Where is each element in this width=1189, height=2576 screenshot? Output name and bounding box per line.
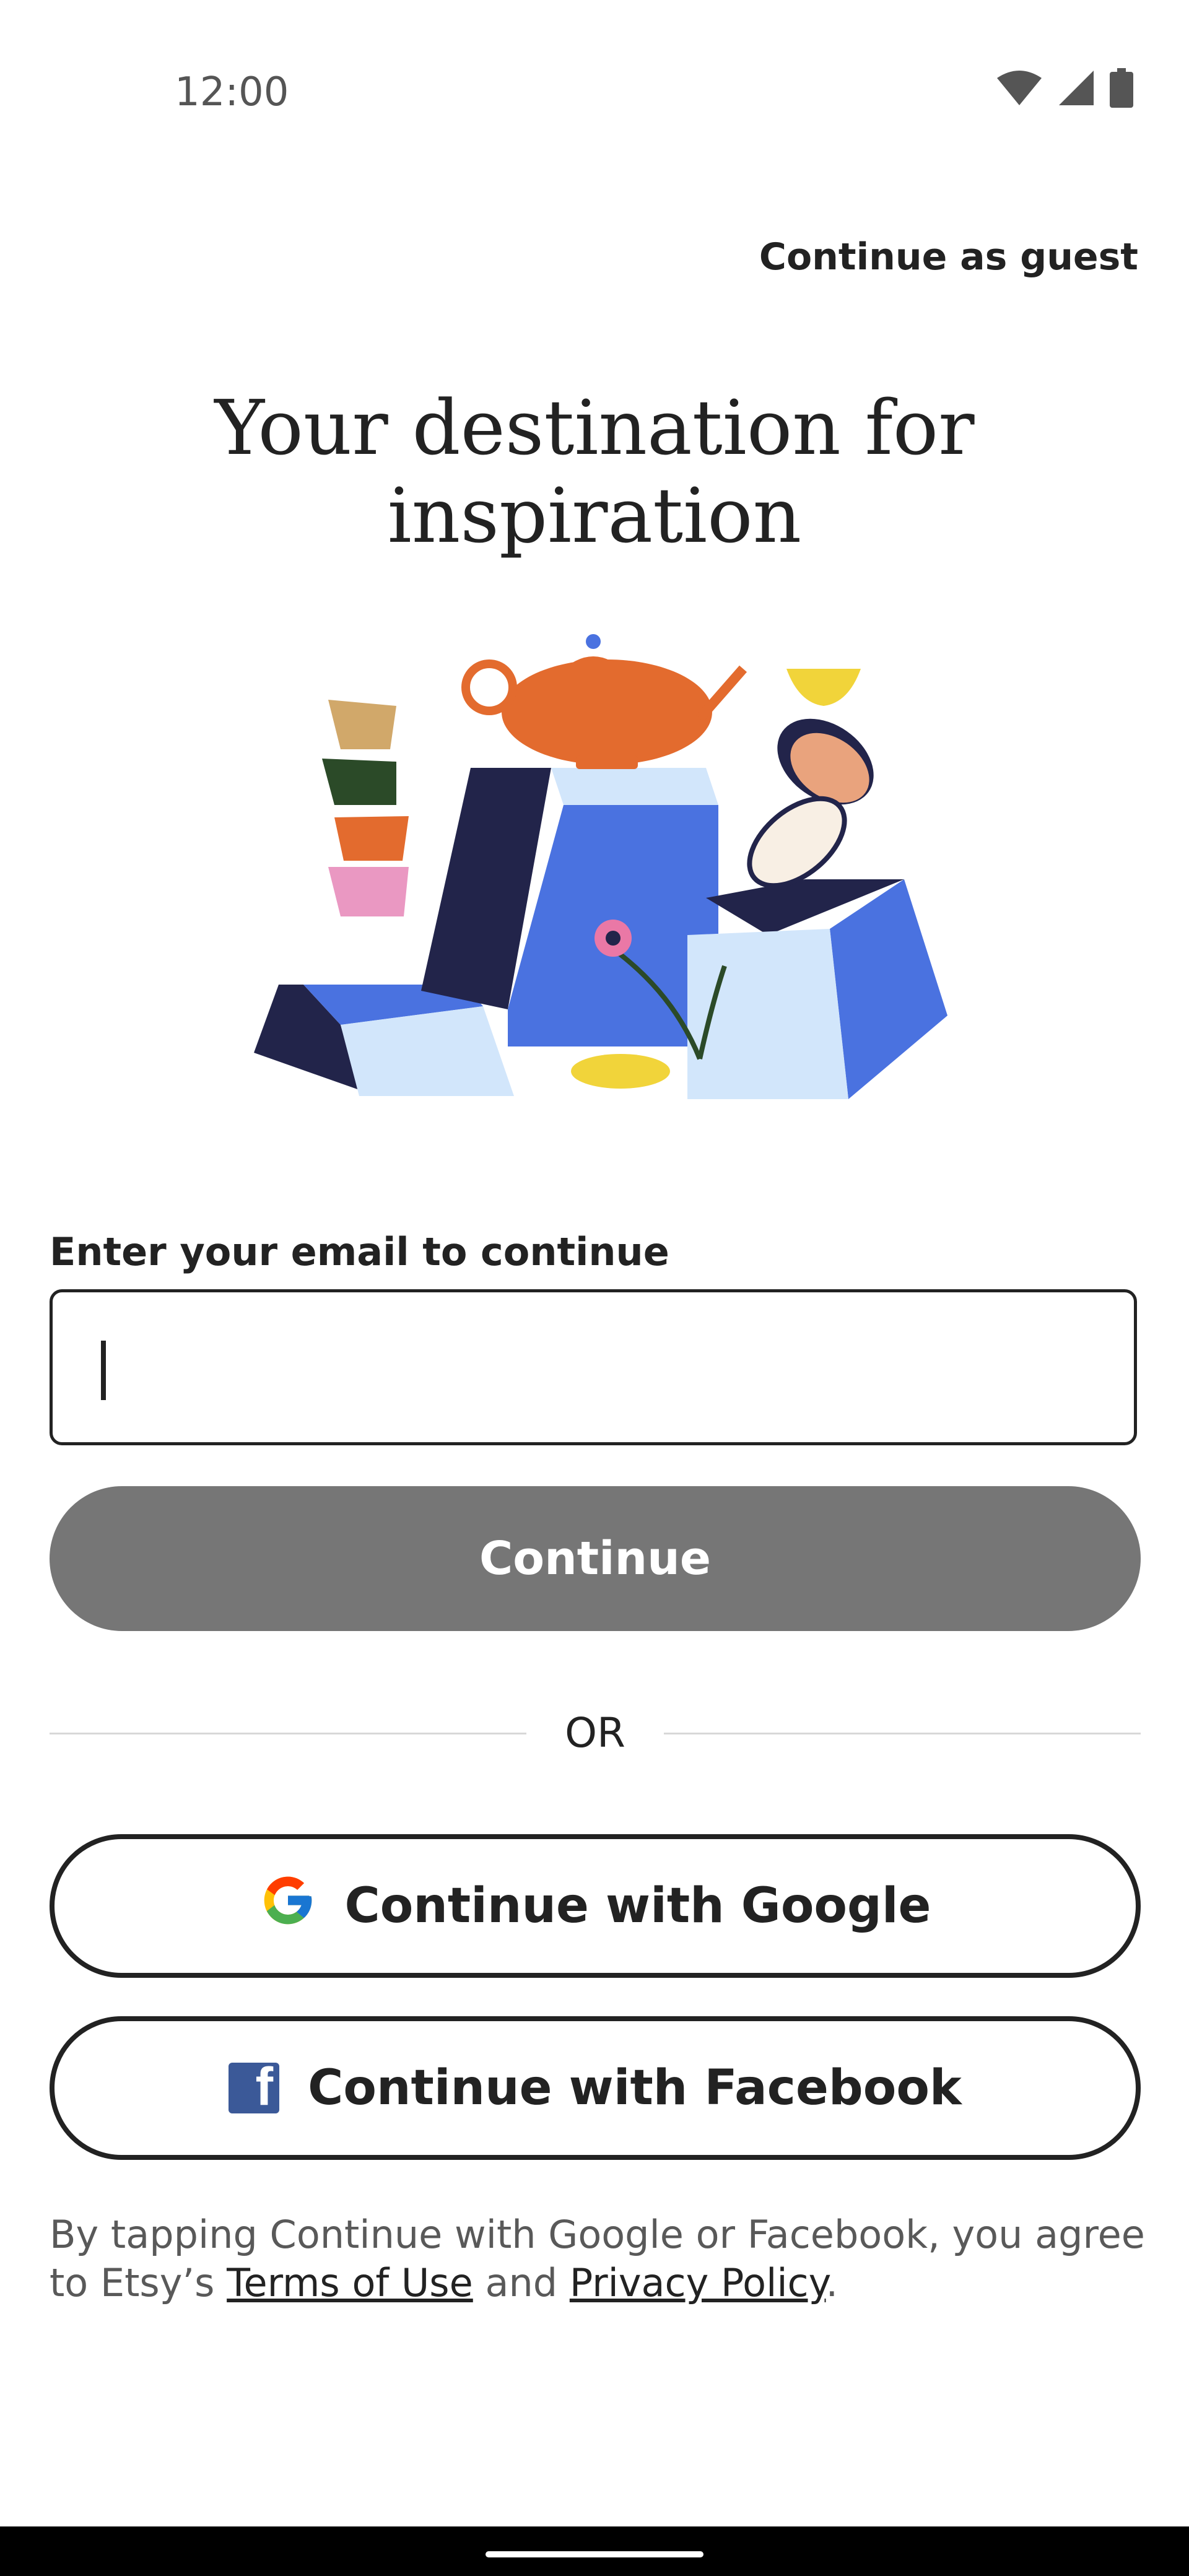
email-input[interactable]: [50, 1289, 1137, 1445]
continue-button[interactable]: Continue: [50, 1486, 1141, 1631]
battery-icon: [1110, 68, 1133, 110]
system-navigation-bar: [0, 2526, 1189, 2576]
cellular-signal-icon: [1058, 69, 1095, 109]
continue-with-google-button[interactable]: Continue with Google: [50, 1834, 1141, 1978]
facebook-button-label: Continue with Facebook: [308, 2060, 962, 2116]
wifi-icon: [996, 69, 1043, 109]
ceramics-illustration: [242, 619, 960, 1115]
page-title: Your destination for inspiration: [214, 384, 975, 560]
google-logo-icon: [259, 1872, 316, 1941]
continue-as-guest-link[interactable]: Continue as guest: [759, 235, 1138, 279]
legal-suffix: .: [825, 2260, 838, 2305]
text-cursor: [101, 1341, 106, 1400]
or-divider: OR: [50, 1709, 1141, 1759]
privacy-policy-link[interactable]: Privacy Policy: [570, 2260, 826, 2305]
continue-with-facebook-button[interactable]: f Continue with Facebook: [50, 2016, 1141, 2160]
divider-line-right: [664, 1733, 1141, 1734]
status-icons: [996, 68, 1133, 110]
email-label: Enter your email to continue: [50, 1229, 669, 1274]
terms-of-use-link[interactable]: Terms of Use: [227, 2260, 473, 2305]
legal-and: and: [473, 2260, 570, 2305]
legal-text: By tapping Continue with Google or Faceb…: [50, 2211, 1152, 2307]
home-gesture-handle[interactable]: [486, 2551, 703, 2557]
status-time: 12:00: [175, 69, 289, 115]
status-bar: 12:00: [0, 0, 1189, 186]
facebook-logo-icon: f: [229, 2063, 280, 2113]
google-button-label: Continue with Google: [344, 1878, 931, 1934]
